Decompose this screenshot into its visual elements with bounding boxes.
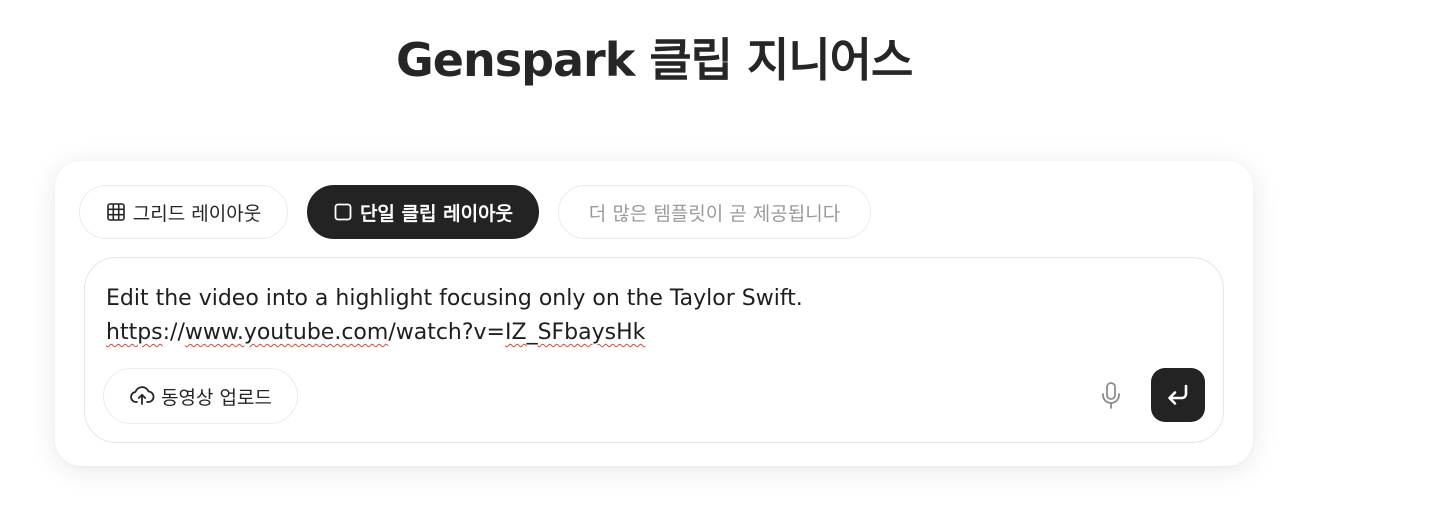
page: Genspark 클립 지니어스 그리드 레이아웃 단일 클립 레이아웃 더 많… — [0, 0, 1433, 523]
url-separator: :// — [162, 320, 185, 345]
grid-icon — [106, 202, 126, 222]
url-id-part-2: SFbaysHk — [537, 320, 646, 345]
url-id-underscore: _ — [526, 320, 538, 345]
upload-video-button[interactable]: 동영상 업로드 — [103, 368, 298, 424]
url-path: /watch?v= — [388, 320, 505, 345]
tab-single-clip-layout[interactable]: 단일 클립 레이아웃 — [307, 185, 539, 239]
tab-more-templates-label: 더 많은 템플릿이 곧 제공됩니다 — [588, 202, 841, 225]
microphone-icon — [1099, 381, 1123, 411]
prompt-line-1: Edit the video into a highlight focusing… — [106, 286, 803, 311]
prompt-line-2-url: https://www.youtube.com/watch?v=IZ_SFbay… — [106, 316, 1186, 350]
tab-single-clip-layout-label: 단일 클립 레이아웃 — [359, 202, 514, 225]
square-icon — [333, 202, 353, 222]
tab-grid-layout-label: 그리드 레이아웃 — [132, 202, 262, 225]
tab-grid-layout[interactable]: 그리드 레이아웃 — [79, 185, 288, 239]
page-title: Genspark 클립 지니어스 — [396, 33, 913, 87]
prompt-textarea[interactable]: Edit the video into a highlight focusing… — [106, 282, 1186, 350]
prompt-input-box[interactable]: Edit the video into a highlight focusing… — [84, 257, 1224, 443]
tab-more-templates-coming-soon: 더 많은 템플릿이 곧 제공됩니다 — [558, 185, 871, 239]
clip-editor-card: 그리드 레이아웃 단일 클립 레이아웃 더 많은 템플릿이 곧 제공됩니다 Ed… — [55, 161, 1253, 466]
enter-return-icon — [1164, 381, 1192, 409]
url-host: www.youtube.com — [184, 320, 389, 345]
url-id-part-1: IZ — [505, 320, 527, 345]
send-button[interactable] — [1151, 368, 1205, 422]
url-scheme: https — [106, 320, 163, 345]
cloud-upload-icon — [129, 383, 155, 409]
upload-video-label: 동영상 업로드 — [161, 386, 272, 409]
microphone-button[interactable] — [1095, 380, 1127, 412]
